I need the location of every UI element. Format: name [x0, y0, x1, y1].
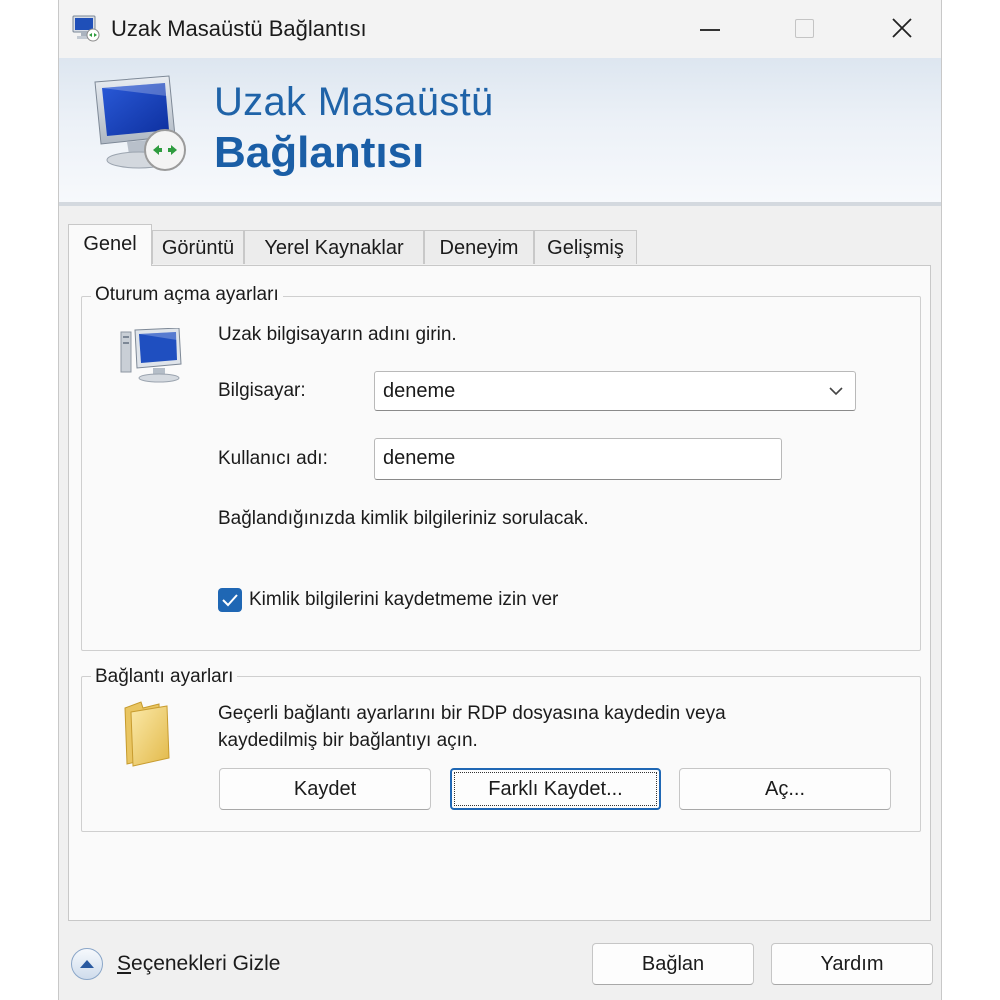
- minimize-button[interactable]: [679, 0, 739, 58]
- credentials-info-text: Bağlandığınızda kimlik bilgileriniz soru…: [218, 508, 589, 529]
- chevron-down-icon[interactable]: [827, 382, 845, 400]
- general-tab-panel: Oturum açma ayarları Uzak bilgisayarın a…: [68, 265, 931, 921]
- connect-button[interactable]: Bağlan: [592, 943, 754, 985]
- remote-desktop-icon: [94, 75, 186, 171]
- open-button[interactable]: Aç...: [679, 768, 891, 810]
- help-button[interactable]: Yardım: [771, 943, 933, 985]
- banner-title-line2: Bağlantısı: [214, 128, 425, 177]
- folder-icon: [124, 701, 170, 767]
- save-credentials-checkbox[interactable]: [218, 588, 242, 612]
- close-button[interactable]: [871, 0, 931, 58]
- remote-desktop-app-icon: [72, 15, 100, 42]
- computer-icon: [120, 328, 182, 383]
- computer-label: Bilgisayar:: [218, 380, 306, 401]
- tab-gelismis[interactable]: Gelişmiş: [534, 230, 637, 264]
- title-bar: Uzak Masaüstü Bağlantısı: [59, 0, 941, 58]
- username-label: Kullanıcı adı:: [218, 448, 328, 469]
- save-credentials-label[interactable]: Kimlik bilgilerini kaydetmeme izin ver: [249, 589, 558, 611]
- checkmark-icon: [222, 594, 238, 607]
- connection-settings-title: Bağlantı ayarları: [91, 666, 238, 688]
- connection-description-line2: kaydedilmiş bir bağlantıyı açın.: [218, 730, 478, 751]
- username-value: deneme: [383, 447, 456, 469]
- tab-yerel-kaynaklar[interactable]: Yerel Kaynaklar: [244, 230, 424, 264]
- hide-options-toggle[interactable]: [71, 948, 103, 980]
- save-button[interactable]: Kaydet: [219, 768, 431, 810]
- logon-settings-title: Oturum açma ayarları: [91, 284, 283, 306]
- connection-description-line1: Geçerli bağlantı ayarlarını bir RDP dosy…: [218, 703, 726, 724]
- rdp-window: Uzak Masaüstü Bağlantısı Uzak Masaüstü B…: [58, 0, 942, 1000]
- window-title: Uzak Masaüstü Bağlantısı: [111, 16, 367, 41]
- close-icon: [892, 18, 912, 38]
- hide-options-link[interactable]: Seçenekleri Gizle: [117, 952, 280, 976]
- tab-goruntu[interactable]: Görüntü: [152, 230, 244, 264]
- maximize-button[interactable]: [774, 0, 834, 58]
- save-as-button[interactable]: Farklı Kaydet...: [450, 768, 661, 810]
- computer-value: deneme: [383, 380, 456, 402]
- tab-deneyim[interactable]: Deneyim: [424, 230, 534, 264]
- computer-name-prompt: Uzak bilgisayarın adını girin.: [218, 324, 457, 345]
- chevron-up-icon: [80, 960, 94, 968]
- tab-genel[interactable]: Genel: [68, 224, 152, 266]
- banner-title-line1: Uzak Masaüstü: [214, 80, 494, 124]
- hide-options-label: Seçenekleri Gizle: [117, 952, 281, 975]
- header-banner: Uzak Masaüstü Bağlantısı: [59, 58, 941, 206]
- computer-combobox[interactable]: deneme: [374, 371, 856, 411]
- username-field[interactable]: deneme: [374, 438, 782, 480]
